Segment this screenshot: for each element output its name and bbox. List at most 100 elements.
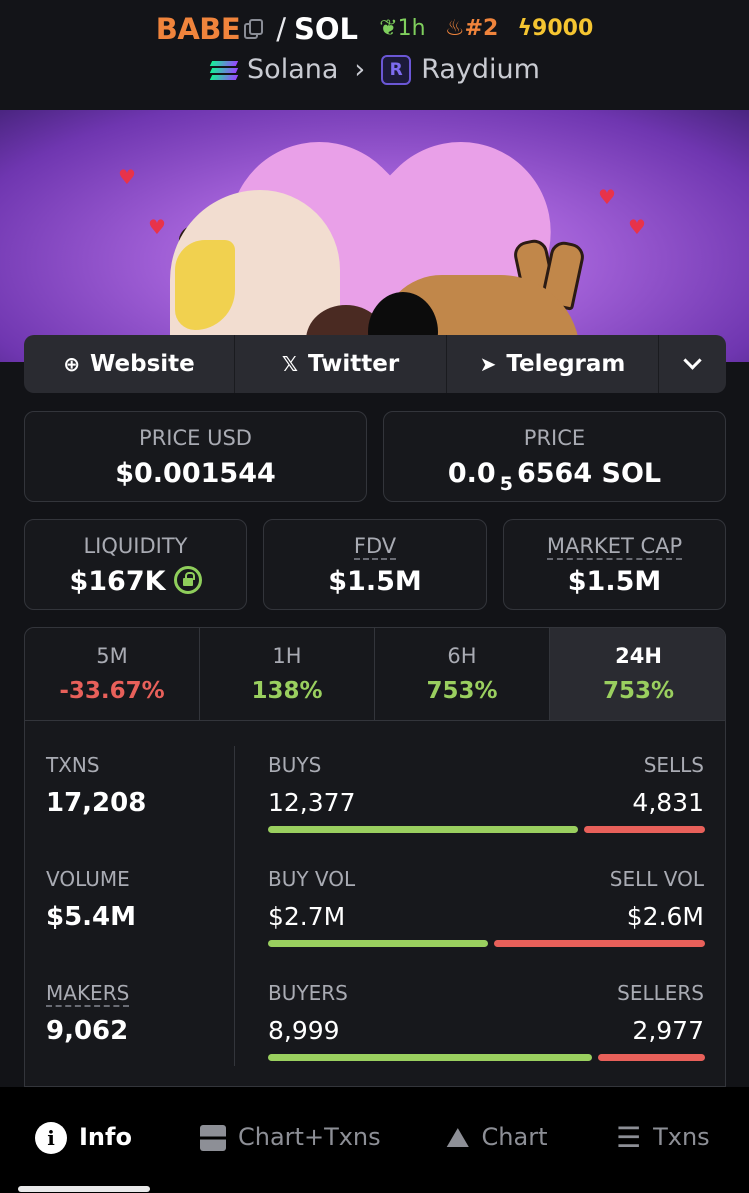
token-symbol: BABE <box>155 12 241 46</box>
trending-rank: #2 <box>464 16 499 41</box>
price-change: 138% <box>251 678 323 704</box>
telegram-button[interactable]: ➤ Telegram <box>447 335 658 393</box>
tab-chart-label: Chart <box>481 1123 548 1151</box>
pair-age-badge: ❦1h <box>379 10 425 48</box>
price-change: -33.67% <box>59 678 165 704</box>
quote-symbol: SOL <box>293 12 358 46</box>
price-native-label: PRICE <box>523 426 586 450</box>
boost-badge[interactable]: ϟ9000 <box>518 10 594 48</box>
price-usd-label: PRICE USD <box>139 426 252 450</box>
chain-breadcrumb: Solana › R Raydium <box>0 53 749 85</box>
info-icon: i <box>35 1122 67 1154</box>
small-heart-icon: ♥ <box>118 165 136 189</box>
price-native-digits: 6564 SOL <box>516 458 662 489</box>
timeframe-tab-5m[interactable]: 5M -33.67% <box>25 628 200 721</box>
buys-value: 12,377 <box>268 788 356 817</box>
price-native-value: 0.0 5 6564 SOL <box>384 458 725 495</box>
liquidity-value-row: $167K <box>25 566 246 597</box>
sell-vol-label: SELL VOL <box>609 867 704 891</box>
area-chart-icon: ⛰ <box>446 1121 470 1154</box>
bottom-tab-bar: i Info Chart+Txns ⛰ Chart ☰ Txns <box>0 1087 749 1193</box>
market-cap-value: $1.5M <box>567 566 662 597</box>
tab-info[interactable]: i Info <box>35 1117 132 1157</box>
market-cap-label-row: MARKET CAP <box>504 534 725 560</box>
home-indicator <box>18 1186 150 1192</box>
txns-label: TXNS <box>46 753 100 777</box>
fdv-card: FDV $1.5M <box>263 519 487 610</box>
list-icon: ☰ <box>616 1121 642 1154</box>
fdv-value: $1.5M <box>328 566 422 597</box>
makers-value: 9,062 <box>46 1016 129 1046</box>
split-view-icon <box>200 1125 226 1151</box>
pair-age: 1h <box>397 16 426 41</box>
chain-name[interactable]: Solana <box>247 54 338 85</box>
buyers-label: BUYERS <box>268 981 348 1005</box>
price-zero-count: 5 <box>499 473 513 495</box>
makers-label[interactable]: MAKERS <box>46 981 130 1007</box>
stats-divider <box>234 746 235 1066</box>
telegram-label: Telegram <box>506 351 626 377</box>
tab-chart-txns[interactable]: Chart+Txns <box>200 1117 381 1157</box>
chevron-down-icon <box>683 351 702 370</box>
txns-value: 17,208 <box>46 788 147 818</box>
x-logo-icon: 𝕏 <box>281 352 298 376</box>
buyers-value: 8,999 <box>268 1016 340 1045</box>
twitter-button[interactable]: 𝕏 Twitter <box>235 335 446 393</box>
fdv-label[interactable]: FDV <box>353 534 397 560</box>
copy-icon[interactable] <box>244 19 264 39</box>
price-usd-value: $0.001544 <box>115 458 276 489</box>
small-heart-icon: ♥ <box>148 215 166 239</box>
price-change: 753% <box>602 678 675 704</box>
solana-logo-icon <box>209 59 239 81</box>
sell-vol-ratio-bar <box>494 940 705 947</box>
buys-ratio-bar <box>268 826 578 833</box>
tab-chart[interactable]: ⛰ Chart <box>446 1117 547 1157</box>
raydium-logo-icon: R <box>381 54 412 85</box>
tab-txns-label: Txns <box>653 1123 710 1151</box>
lock-icon[interactable] <box>173 566 202 594</box>
boost-count: 9000 <box>532 16 594 41</box>
timeframe-label: 1H <box>272 644 302 668</box>
buy-vol-value: $2.7M <box>268 902 346 931</box>
globe-icon: ⊕ <box>63 352 80 376</box>
price-native-prefix: 0.0 <box>447 458 496 489</box>
chevron-right-icon: › <box>354 54 366 85</box>
market-cap-label[interactable]: MARKET CAP <box>546 534 683 560</box>
tab-txns[interactable]: ☰ Txns <box>616 1117 710 1157</box>
pair-header: BABE / SOL ❦1h ♨#2 ϟ9000 Solana › R Raydium <box>0 0 749 110</box>
sellers-ratio-bar <box>598 1054 705 1061</box>
lightning-icon: ϟ <box>517 16 533 41</box>
sells-ratio-bar <box>584 826 705 833</box>
website-button[interactable]: ⊕ Website <box>24 335 234 393</box>
buy-vol-label: BUY VOL <box>268 867 356 891</box>
liquidity-value: $167K <box>69 566 166 597</box>
market-cap-card: MARKET CAP $1.5M <box>503 519 726 610</box>
timeframe-label: 6H <box>447 644 477 668</box>
more-links-button[interactable] <box>659 335 726 393</box>
sell-vol-value: $2.6M <box>626 902 704 931</box>
twitter-label: Twitter <box>307 351 400 377</box>
timeframe-tab-24h[interactable]: 24H 753% <box>550 628 725 721</box>
liquidity-card: LIQUIDITY $167K <box>24 519 247 610</box>
token-banner-image: ♥ ♥ ♥ ♥ <box>0 110 749 362</box>
pair-title-row: BABE / SOL ❦1h ♨#2 ϟ9000 <box>0 8 749 48</box>
tab-info-label: Info <box>79 1123 132 1151</box>
tab-chart-txns-label: Chart+Txns <box>238 1123 381 1151</box>
pair-separator: / <box>276 12 286 46</box>
sells-value: 4,831 <box>632 788 704 817</box>
timeframe-label: 24H <box>615 644 662 668</box>
sprout-icon: ❦ <box>379 16 398 41</box>
volume-label: VOLUME <box>46 867 130 891</box>
website-label: Website <box>89 351 195 377</box>
buys-label: BUYS <box>268 753 322 777</box>
price-change: 753% <box>426 678 498 704</box>
stats-panel: 5M -33.67% 1H 138% 6H 753% 24H 753% TXNS… <box>24 627 726 1087</box>
timeframe-tab-1h[interactable]: 1H 138% <box>200 628 375 721</box>
telegram-icon: ➤ <box>479 352 497 376</box>
dex-name[interactable]: Raydium <box>421 54 540 85</box>
trending-rank-badge[interactable]: ♨#2 <box>445 10 498 48</box>
timeframe-tab-6h[interactable]: 6H 753% <box>375 628 550 721</box>
sellers-value: 2,977 <box>632 1016 704 1045</box>
fdv-label-row: FDV <box>264 534 486 560</box>
fire-icon: ♨ <box>444 16 465 41</box>
